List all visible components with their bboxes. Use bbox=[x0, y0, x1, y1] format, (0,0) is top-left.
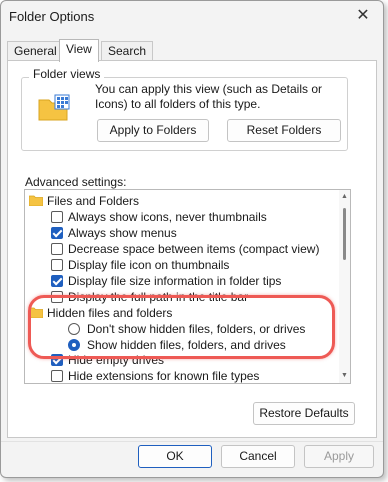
advanced-settings-label: Advanced settings: bbox=[25, 175, 127, 189]
checkbox-always-show-icons[interactable] bbox=[51, 211, 63, 223]
list-item-label: Always show icons, never thumbnails bbox=[68, 210, 267, 224]
list-item-label: Hide extensions for known file types bbox=[68, 369, 260, 383]
reset-folders-button[interactable]: Reset Folders bbox=[227, 119, 341, 142]
title-bar: Folder Options ✕ bbox=[1, 1, 383, 31]
footer-divider bbox=[1, 441, 383, 442]
checkbox-hide-extensions[interactable] bbox=[51, 370, 63, 382]
folder-view-icon bbox=[38, 94, 70, 121]
tab-view[interactable]: View bbox=[59, 39, 99, 62]
checkbox-file-size-tips[interactable] bbox=[51, 275, 63, 287]
cancel-button[interactable]: Cancel bbox=[221, 445, 295, 468]
list-item-label: Display file icon on thumbnails bbox=[68, 258, 230, 272]
window-title: Folder Options bbox=[9, 9, 95, 24]
list-item-label: Decrease space between items (compact vi… bbox=[68, 242, 320, 256]
scroll-up-icon[interactable]: ▲ bbox=[340, 192, 349, 202]
tab-search[interactable]: Search bbox=[101, 41, 154, 61]
restore-defaults-button[interactable]: Restore Defaults bbox=[253, 402, 355, 425]
folder-views-description: You can apply this view (such as Details… bbox=[95, 82, 323, 111]
close-icon[interactable]: ✕ bbox=[353, 6, 373, 26]
folder-icon bbox=[29, 195, 43, 206]
list-item-label: Display file size information in folder … bbox=[68, 274, 282, 288]
ok-button[interactable]: OK bbox=[138, 445, 212, 468]
checkbox-file-icon-thumbnails[interactable] bbox=[51, 259, 63, 271]
tab-general[interactable]: General bbox=[7, 41, 64, 61]
folder-views-label: Folder views bbox=[29, 67, 105, 81]
apply-to-folders-button[interactable]: Apply to Folders bbox=[97, 119, 209, 142]
list-item-label: Always show menus bbox=[68, 226, 177, 240]
list-item-label: Files and Folders bbox=[47, 194, 140, 208]
checkbox-decrease-space[interactable] bbox=[51, 243, 63, 255]
apply-button[interactable]: Apply bbox=[304, 445, 374, 468]
scroll-down-icon[interactable]: ▼ bbox=[340, 371, 349, 381]
scroll-thumb[interactable] bbox=[343, 208, 346, 260]
checkbox-always-show-menus[interactable] bbox=[51, 227, 63, 239]
folder-options-window: Folder Options ✕ General View Search Fol… bbox=[0, 0, 384, 478]
list-scrollbar[interactable]: ▲ ▼ bbox=[339, 190, 350, 383]
highlight-annotation bbox=[28, 295, 335, 359]
